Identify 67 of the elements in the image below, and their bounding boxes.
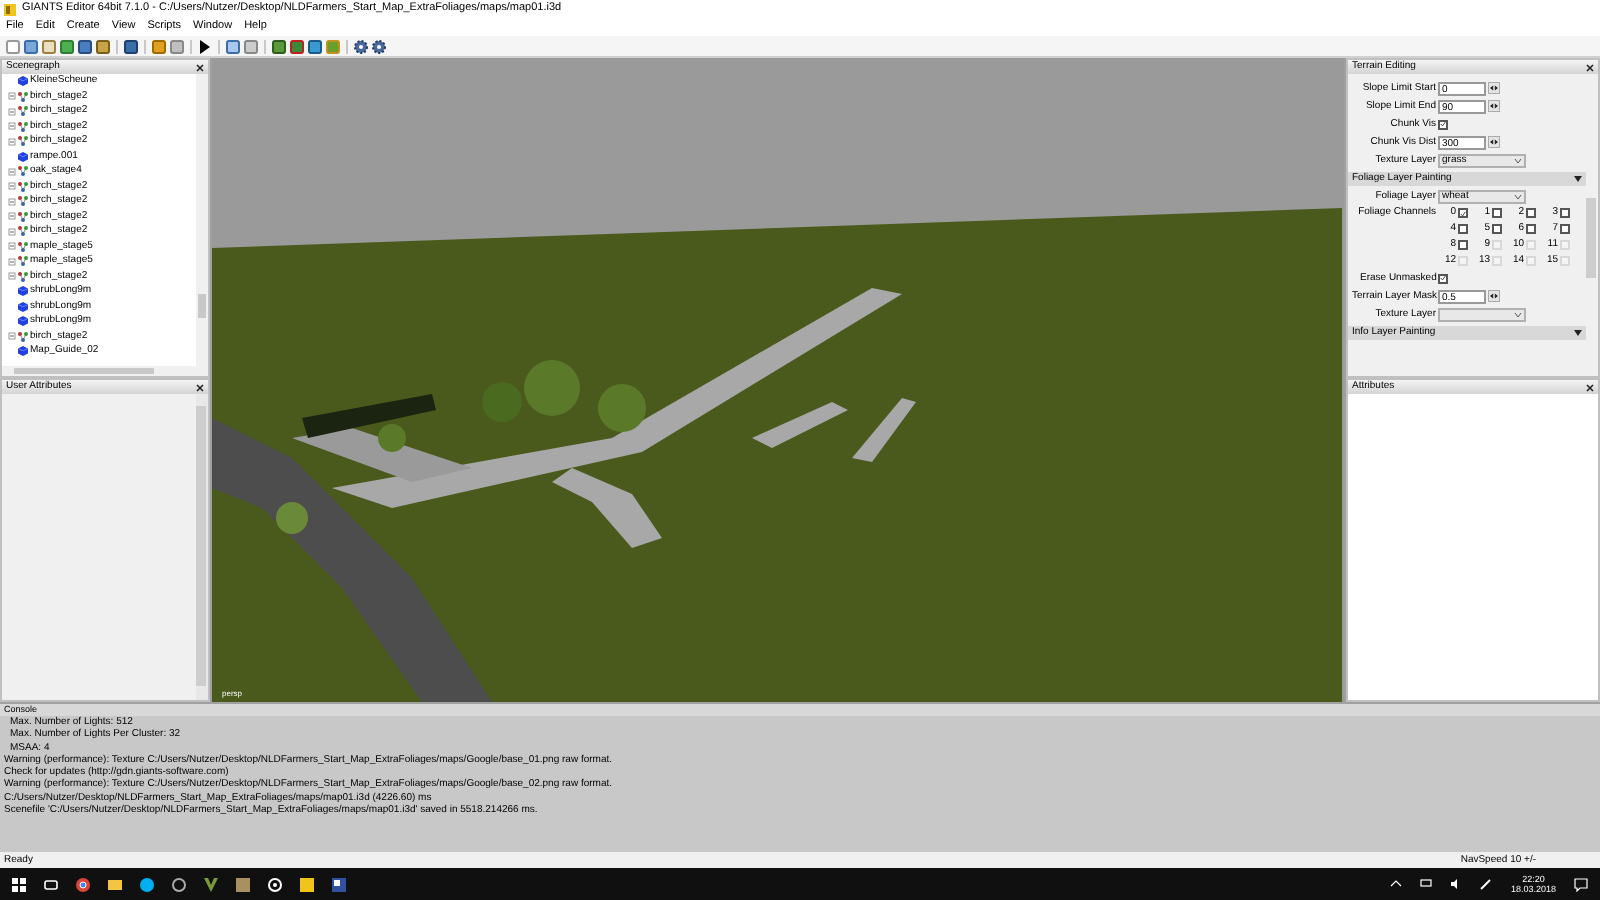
node-graph-icon (18, 121, 28, 132)
node-graph-icon (18, 226, 28, 237)
pen-icon[interactable] (1480, 878, 1493, 890)
browser-icon[interactable] (76, 877, 90, 891)
spin-button[interactable] (1488, 82, 1500, 94)
scrollbar-thumb[interactable] (198, 294, 206, 318)
scrollbar[interactable] (196, 394, 208, 700)
spin-button[interactable] (1488, 290, 1500, 302)
speaker-icon[interactable] (1450, 878, 1463, 890)
checkbox[interactable] (1560, 224, 1570, 234)
checkbox[interactable] (1526, 224, 1536, 234)
checkbox[interactable] (1458, 224, 1468, 234)
checkbox[interactable] (1438, 273, 1449, 283)
node-graph-icon (18, 136, 28, 147)
collapse-arrow-icon[interactable] (1574, 330, 1582, 336)
windows-logo-icon[interactable] (12, 877, 26, 891)
checkbox[interactable] (1526, 208, 1536, 218)
check-icon (1440, 274, 1447, 282)
app-logo-icon (4, 3, 16, 15)
caret-icon (1514, 193, 1522, 199)
cube-icon (18, 301, 28, 312)
notification-icon[interactable] (1574, 877, 1588, 891)
node-graph-icon (18, 91, 28, 102)
checkbox[interactable] (1438, 119, 1448, 129)
node-graph-icon (18, 106, 28, 117)
cube-icon (18, 346, 28, 357)
scrollbar-thumb[interactable] (1586, 198, 1596, 278)
checkbox[interactable] (1458, 240, 1468, 250)
close-icon[interactable] (196, 63, 204, 71)
network-icon[interactable] (1420, 878, 1433, 890)
close-icon[interactable] (1586, 63, 1594, 71)
editor-icon[interactable] (332, 877, 346, 891)
checkbox[interactable] (1458, 208, 1468, 218)
cube-icon (18, 286, 28, 297)
checkbox[interactable] (1492, 208, 1502, 218)
caret-icon (1514, 157, 1522, 163)
node-graph-icon (18, 211, 28, 222)
check-icon (1460, 209, 1466, 217)
spin-button[interactable] (1488, 136, 1500, 148)
node-graph-icon (18, 241, 28, 252)
scrollbar[interactable] (2, 366, 208, 376)
v-shape-icon[interactable] (204, 877, 218, 891)
scrollbar-thumb[interactable] (14, 368, 154, 374)
cube-icon (18, 76, 28, 87)
circle-icon[interactable] (172, 877, 186, 891)
checkbox[interactable] (1492, 224, 1502, 234)
node-graph-icon (18, 181, 28, 192)
cube-icon (18, 316, 28, 327)
node-graph-icon (18, 271, 28, 282)
check-icon (1440, 120, 1446, 128)
scrollbar[interactable] (196, 74, 208, 366)
checkbox[interactable] (1560, 208, 1570, 218)
chat-icon[interactable] (140, 877, 154, 891)
collapse-arrow-icon[interactable] (1574, 176, 1582, 182)
cube-icon (18, 151, 28, 162)
node-graph-icon (18, 256, 28, 267)
node-graph-icon (18, 166, 28, 177)
scrollbar-thumb[interactable] (196, 406, 206, 686)
node-graph-icon (18, 196, 28, 207)
task-view-icon[interactable] (44, 877, 58, 891)
close-icon[interactable] (196, 383, 204, 391)
caret-icon (1514, 311, 1522, 317)
close-icon[interactable] (1586, 383, 1594, 391)
ring-icon[interactable] (268, 877, 282, 891)
spin-button[interactable] (1488, 100, 1500, 112)
chevron-up-icon[interactable] (1390, 878, 1403, 890)
node-graph-icon (18, 331, 28, 342)
